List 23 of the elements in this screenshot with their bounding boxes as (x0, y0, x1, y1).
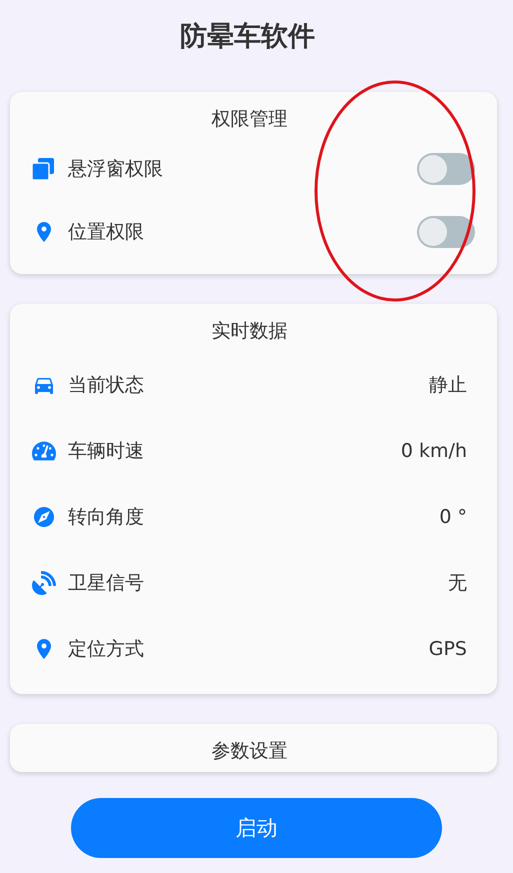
satellite-dish-icon (32, 571, 56, 595)
data-value: 静止 (429, 373, 467, 398)
data-label: 车辆时速 (68, 439, 145, 464)
start-button[interactable]: 启动 (71, 798, 442, 858)
compass-icon (32, 505, 56, 529)
permission-label: 位置权限 (68, 220, 145, 245)
data-label: 当前状态 (68, 373, 145, 398)
data-label: 卫星信号 (68, 571, 145, 596)
card-title: 实时数据 (210, 319, 288, 344)
card-title: 参数设置 (210, 739, 288, 764)
data-label: 转向角度 (68, 505, 145, 530)
permission-label: 悬浮窗权限 (68, 157, 164, 182)
data-label: 定位方式 (68, 637, 145, 662)
data-value: 0 km/h (400, 440, 467, 462)
card-title: 权限管理 (210, 107, 288, 132)
app-title: 防晕车软件 (180, 20, 315, 54)
toggle-switch[interactable] (417, 216, 475, 248)
data-value: 无 (448, 571, 467, 596)
toggle-switch[interactable] (417, 153, 475, 185)
data-value: 0 ° (439, 506, 467, 528)
speedometer-icon (32, 439, 56, 463)
windows-icon (32, 158, 54, 180)
data-value: GPS (428, 638, 467, 660)
